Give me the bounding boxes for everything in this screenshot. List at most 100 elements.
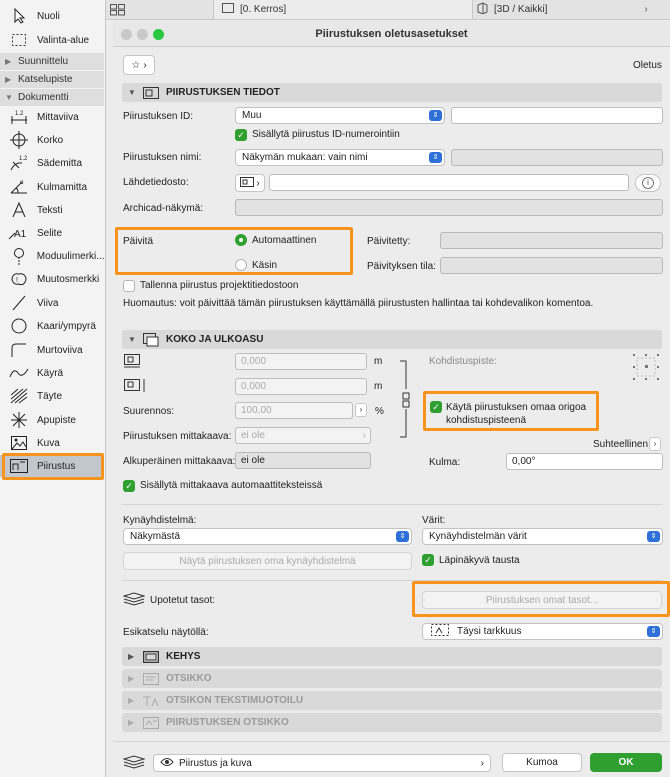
tool-viiva[interactable]: Viiva — [0, 292, 104, 314]
tool-sademitta[interactable]: 1.2 Säde​mitta — [0, 152, 104, 174]
colors-value: Kynäyhdistelmän värit — [429, 531, 527, 542]
tab-floor-plan[interactable]: [0. Kerros] — [213, 0, 473, 19]
update-manual-label: Käsin — [252, 260, 278, 271]
tool-piirustus[interactable]: Piirustus — [0, 455, 104, 477]
magnification-arrow-icon[interactable]: › — [355, 403, 367, 417]
group-dokumentti[interactable]: ▼ Dokumentti — [0, 89, 104, 106]
show-pen-set-button[interactable]: Näytä piirustuksen oma kynäyhdistelmä — [123, 552, 412, 570]
source-type-button[interactable]: › — [235, 174, 265, 192]
section-drawing-title[interactable]: ▶ PIIRUSTUKSEN OTSIKKO — [122, 713, 662, 732]
pen-set-select[interactable]: Näkymästä ⇕ — [123, 528, 412, 545]
display-mode-button[interactable]: Piirustus ja kuva › — [153, 754, 491, 772]
divider — [122, 580, 662, 581]
radial-dimension-icon: 1.2 — [8, 154, 30, 172]
width-field[interactable]: 0,000 — [235, 353, 367, 370]
preview-select[interactable]: Täysi tarkkuus ⇕ — [422, 623, 663, 640]
chevron-right-icon: ▶ — [128, 652, 135, 661]
angle-field[interactable]: 0,00° — [506, 453, 663, 470]
chevron-updown-icon: ⇕ — [396, 531, 409, 542]
tool-tayte[interactable]: Täyte — [0, 385, 104, 407]
height-field[interactable]: 0,000 — [235, 378, 367, 395]
anchor-label: Kohdistuspiste: — [429, 356, 497, 367]
view-field — [235, 199, 663, 216]
tool-kuva[interactable]: Kuva — [0, 432, 104, 454]
dialog-title: Piirustuksen oletusasetukset — [315, 28, 468, 40]
svg-text:A1: A1 — [14, 229, 27, 240]
tool-mittaviiva[interactable]: 1.2 Mittaviiva — [0, 106, 104, 128]
magnification-field[interactable]: 100,00 — [235, 402, 353, 419]
id-text-field[interactable] — [451, 107, 663, 124]
section-title: PIIRUSTUKSEN OTSIKKO — [166, 717, 289, 728]
favorites-current: Oletus — [633, 60, 662, 71]
cancel-button[interactable]: Kumoa — [502, 753, 582, 772]
colors-select[interactable]: Kynäyhdistelmän värit ⇕ — [422, 528, 663, 545]
tool-teksti[interactable]: Teksti — [0, 199, 104, 221]
tool-murtoviiva[interactable]: Murtoviiva — [0, 339, 104, 361]
tool-label: Säde​mitta — [37, 157, 83, 169]
tab-label: [3D / Kaikki] — [494, 4, 548, 15]
section-title-settings[interactable]: ▶ OTSIKKO — [122, 669, 662, 688]
include-id-checkbox[interactable]: ✓ — [235, 129, 247, 141]
source-info-button[interactable]: i — [635, 174, 661, 192]
relative-arrow-icon[interactable]: › — [649, 437, 661, 451]
tool-label: Muutosmerkki — [37, 273, 100, 285]
arrow-pointer-icon — [8, 7, 30, 25]
updated-field — [440, 232, 663, 249]
level-dimension-icon — [8, 131, 30, 149]
tool-kayra[interactable]: Käyrä — [0, 362, 104, 384]
id-select-value: Muu — [242, 110, 262, 121]
tool-marquee[interactable]: Valinta-alue — [0, 29, 104, 51]
tab-overflow-icon[interactable]: › — [636, 0, 656, 19]
scale-select[interactable]: ei ole › — [235, 427, 371, 444]
tool-arrow[interactable]: Nuoli — [0, 5, 104, 27]
transparent-bg-checkbox[interactable]: ✓ — [422, 554, 434, 566]
tool-korko[interactable]: Korko — [0, 129, 104, 151]
layer-settings-icon — [122, 755, 146, 772]
tool-moduulimerkki[interactable]: Moduulimerki... — [0, 245, 104, 267]
width-icon — [123, 353, 143, 372]
group-katselupiste[interactable]: ▶ Katselupiste — [0, 71, 104, 88]
section-drawing-info[interactable]: ▼ PIIRUSTUKSEN TIEDOT — [122, 83, 662, 102]
use-origin-checkbox[interactable]: ✓ — [430, 401, 442, 413]
scale-value: ei ole — [241, 430, 265, 441]
id-select[interactable]: Muu ⇕ — [235, 107, 445, 124]
label-icon: A1 — [8, 224, 30, 242]
update-manual-radio[interactable] — [235, 259, 247, 271]
chevron-updown-icon: ⇕ — [647, 626, 660, 637]
source-path-field[interactable] — [269, 174, 629, 191]
floor-plan-icon — [222, 3, 234, 16]
divider — [113, 741, 670, 742]
chevron-updown-icon: ⇕ — [429, 152, 442, 163]
tool-muutosmerkki[interactable]: ! Muutosmerkki — [0, 268, 104, 290]
tool-selite[interactable]: A1 Selite — [0, 222, 104, 244]
svg-text:1.2: 1.2 — [19, 156, 28, 162]
angle-label: Kulma: — [429, 457, 461, 468]
settings-dialog: Piirustuksen oletusasetukset ☆ › Oletus ▼… — [113, 21, 670, 777]
section-frame[interactable]: ▶ KEHYS — [122, 647, 662, 666]
tab-3d[interactable]: [3D / Kaikki] — [476, 0, 636, 19]
ok-button[interactable]: OK — [590, 753, 662, 772]
favorites-button[interactable]: ☆ › — [123, 55, 155, 75]
tool-label: Valinta-alue — [37, 34, 90, 46]
section-title: PIIRUSTUKSEN TIEDOT — [166, 87, 280, 98]
tool-label: Nuoli — [37, 10, 60, 22]
grid-view-icon[interactable] — [110, 0, 132, 19]
marquee-icon — [8, 31, 30, 49]
own-layers-button[interactable]: Piirustuksen omat tasot... — [422, 591, 662, 609]
anchor-grid-icon[interactable] — [632, 353, 660, 384]
name-text-field[interactable] — [451, 149, 663, 166]
view-label: Archicad-näkymä: — [123, 203, 204, 214]
save-in-project-checkbox[interactable] — [123, 280, 135, 292]
chain-link-icon[interactable] — [398, 359, 414, 442]
group-label: Katselupiste — [18, 74, 73, 85]
tool-apupiste[interactable]: Apupiste — [0, 409, 104, 431]
tool-kulmamitta[interactable]: α Kulmamitta — [0, 176, 104, 198]
group-suunnittelu[interactable]: ▶ Suunnittelu — [0, 53, 104, 70]
update-auto-radio[interactable] — [235, 234, 247, 246]
name-select[interactable]: Näkymän mukaan: vain nimi ⇕ — [235, 149, 445, 166]
include-scale-checkbox[interactable]: ✓ — [123, 480, 135, 492]
section-size-appearance[interactable]: ▼ KOKO JA ULKOASU — [122, 330, 662, 349]
section-title-text-format[interactable]: ▶ OTSIKON TEKSTIMUOTOILU — [122, 691, 662, 710]
tool-kaari[interactable]: Kaari/ympyrä — [0, 315, 104, 337]
pen-set-value: Näkymästä — [130, 531, 181, 542]
